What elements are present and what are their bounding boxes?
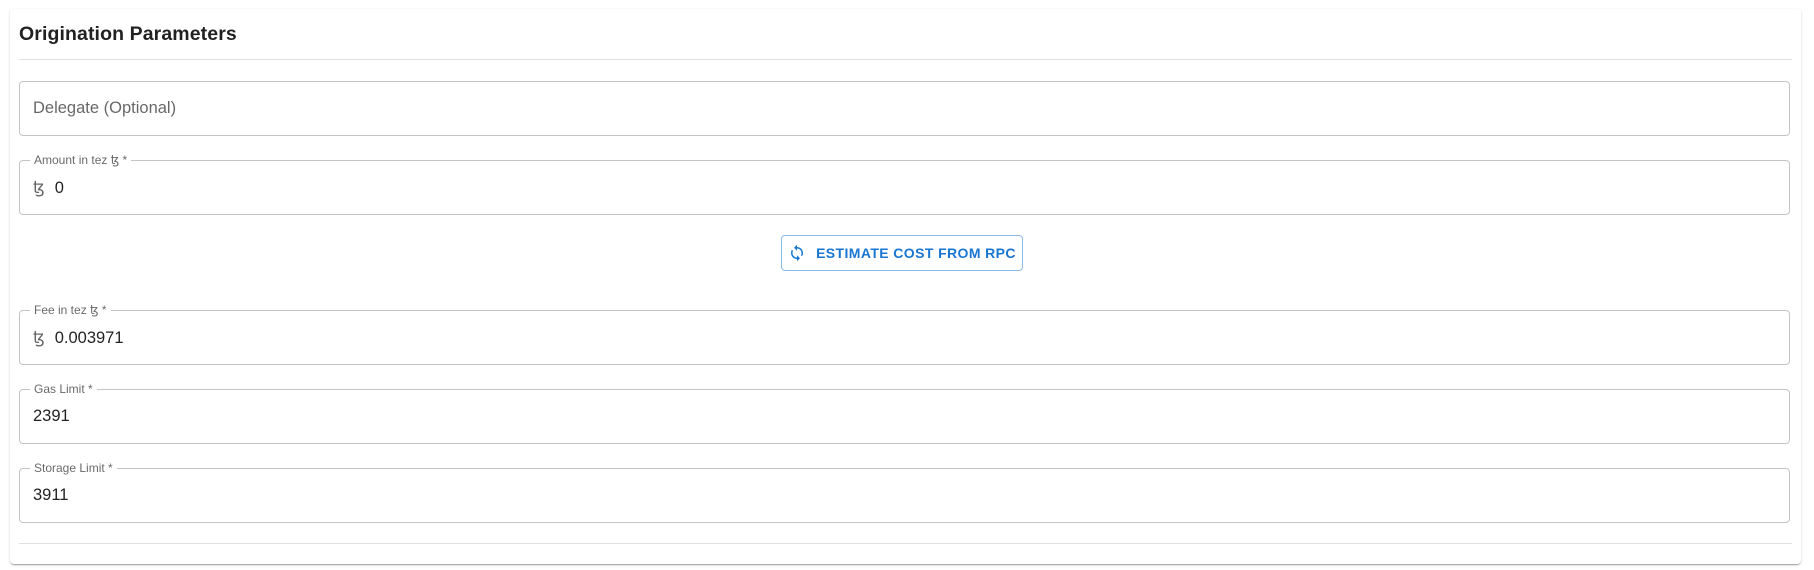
tez-currency-icon: ꜩ (33, 329, 45, 347)
delegate-placeholder: Delegate (Optional) (33, 99, 177, 117)
footer-divider (19, 543, 1792, 544)
fee-value[interactable]: 0.003971 (55, 329, 124, 348)
storage-limit-label: Storage Limit * (30, 461, 117, 475)
header-divider (19, 59, 1792, 60)
tez-currency-icon: ꜩ (33, 179, 45, 197)
estimate-cost-button[interactable]: ESTIMATE COST FROM RPC (781, 235, 1023, 271)
gas-limit-label: Gas Limit * (30, 382, 97, 396)
fee-label: Fee in tez ꜩ * (30, 303, 111, 317)
storage-limit-field[interactable]: Storage Limit * 3911 (19, 461, 1790, 523)
fee-field[interactable]: Fee in tez ꜩ * ꜩ 0.003971 (19, 303, 1790, 365)
refresh-icon (788, 244, 806, 262)
gas-limit-input-row: 2391 (33, 407, 70, 426)
amount-field[interactable]: Amount in tez ꜩ * ꜩ 0 (19, 153, 1790, 215)
amount-label: Amount in tez ꜩ * (30, 153, 132, 167)
fee-input-row: ꜩ 0.003971 (33, 328, 124, 348)
gas-limit-field[interactable]: Gas Limit * 2391 (19, 382, 1790, 444)
estimate-button-label: ESTIMATE COST FROM RPC (816, 245, 1016, 261)
card-title: Origination Parameters (19, 23, 237, 45)
amount-value[interactable]: 0 (55, 179, 64, 198)
storage-limit-input-row: 3911 (33, 486, 68, 505)
origination-parameters-card: Origination Parameters Delegate (Optiona… (10, 9, 1801, 564)
gas-limit-value[interactable]: 2391 (33, 407, 70, 426)
amount-input-row: ꜩ 0 (33, 178, 64, 198)
storage-limit-value[interactable]: 3911 (33, 486, 68, 505)
delegate-field[interactable]: Delegate (Optional) (19, 81, 1790, 136)
